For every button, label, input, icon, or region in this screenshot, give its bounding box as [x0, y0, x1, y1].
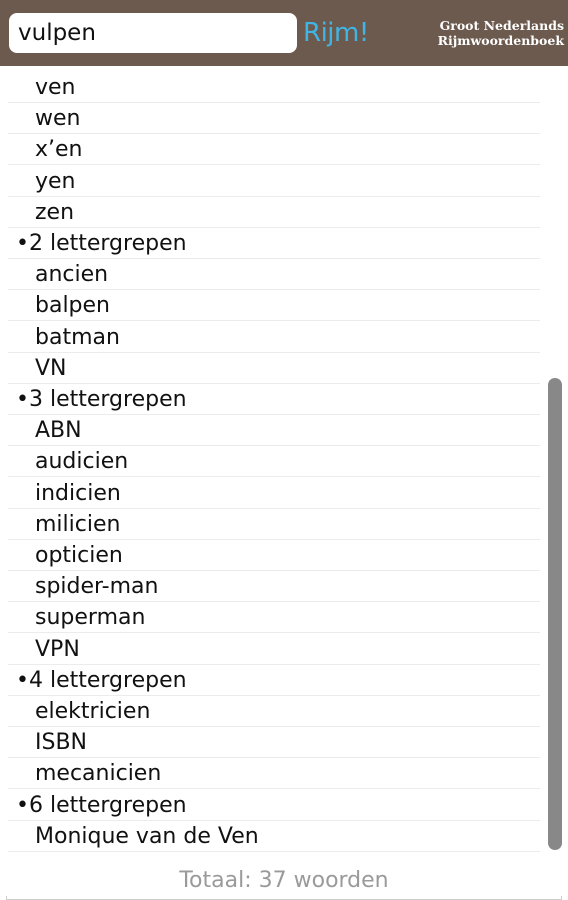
- list-item[interactable]: mecanicien: [8, 758, 540, 790]
- list-item[interactable]: wen: [8, 103, 540, 135]
- brand-line-2: Rijmwoordenboek: [437, 33, 564, 48]
- list-item[interactable]: ISBN: [8, 727, 540, 759]
- rhyme-word: x’en: [35, 137, 83, 163]
- list-item[interactable]: indicien: [8, 478, 540, 509]
- group-header: •3 lettergrepen: [8, 384, 540, 415]
- list-item[interactable]: x’en: [8, 134, 540, 166]
- group-label: •3 lettergrepen: [16, 387, 187, 412]
- list-item[interactable]: VPN: [8, 634, 540, 665]
- list-item[interactable]: yen: [8, 166, 540, 197]
- list-item[interactable]: ven: [8, 72, 540, 103]
- list-item[interactable]: VN: [8, 353, 540, 384]
- list-item[interactable]: ABN: [8, 415, 540, 447]
- group-header: •2 lettergrepen: [8, 228, 540, 259]
- list-item[interactable]: audicien: [8, 446, 540, 478]
- brand-line-1: Groot Nederlands: [439, 18, 564, 33]
- rhyme-word: ven: [35, 75, 76, 100]
- group-label: •4 lettergrepen: [16, 667, 187, 693]
- list-item[interactable]: superman: [8, 602, 540, 634]
- group-header: •6 lettergrepen: [8, 790, 540, 821]
- list-item[interactable]: zen: [8, 197, 540, 228]
- rhyme-word: indicien: [35, 480, 121, 506]
- rhyme-word: audicien: [35, 449, 129, 475]
- rhyme-word: milicien: [35, 511, 121, 537]
- footer-border: [6, 896, 562, 900]
- scrollbar[interactable]: [548, 378, 562, 850]
- list-item[interactable]: elektricien: [8, 696, 540, 727]
- rhyme-word: elektricien: [35, 699, 151, 724]
- total-count: Totaal: 37 woorden: [179, 868, 389, 893]
- list-item[interactable]: milicien: [8, 509, 540, 540]
- list-item[interactable]: balpen: [8, 290, 540, 322]
- rhyme-word: opticien: [35, 543, 123, 568]
- group-label: •6 lettergrepen: [16, 792, 187, 818]
- search-input[interactable]: [18, 20, 288, 46]
- rhyme-word: wen: [35, 106, 81, 132]
- list-item[interactable]: opticien: [8, 540, 540, 571]
- rhyme-word: batman: [35, 324, 120, 350]
- brand-logo: Groot Nederlands Rijmwoordenboek: [438, 18, 564, 48]
- rhyme-word: ABN: [35, 418, 82, 444]
- rijm-button[interactable]: Rijm!: [303, 14, 369, 52]
- rhyme-word: yen: [35, 168, 76, 194]
- rhyme-word: VN: [35, 355, 67, 381]
- results-list[interactable]: ven wen x’en yen zen •2 lettergrepen ancien bal…: [0, 66, 568, 853]
- rhyme-word: Monique van de Ven: [35, 823, 259, 849]
- list-item[interactable]: batman: [8, 322, 540, 353]
- rhyme-word: zen: [35, 199, 75, 225]
- rhyme-word: ancien: [35, 262, 109, 288]
- app-header: Rijm! Groot Nederlands Rijmwoordenboek: [0, 0, 568, 66]
- group-label: •2 lettergrepen: [16, 231, 187, 256]
- rhyme-word: ISBN: [35, 730, 88, 756]
- rhyme-word: VPN: [35, 636, 80, 662]
- rhyme-word: mecanicien: [35, 761, 162, 787]
- list-item[interactable]: ancien: [8, 259, 540, 291]
- list-item[interactable]: Monique van de Ven: [8, 821, 540, 852]
- rhyme-word: spider-man: [35, 574, 159, 600]
- group-header: •4 lettergrepen: [8, 665, 540, 696]
- search-box[interactable]: [9, 13, 297, 53]
- footer: Totaal: 37 woorden: [0, 853, 568, 900]
- rhyme-word: balpen: [35, 293, 111, 319]
- list-item[interactable]: spider-man: [8, 571, 540, 603]
- rhyme-word: superman: [35, 605, 146, 631]
